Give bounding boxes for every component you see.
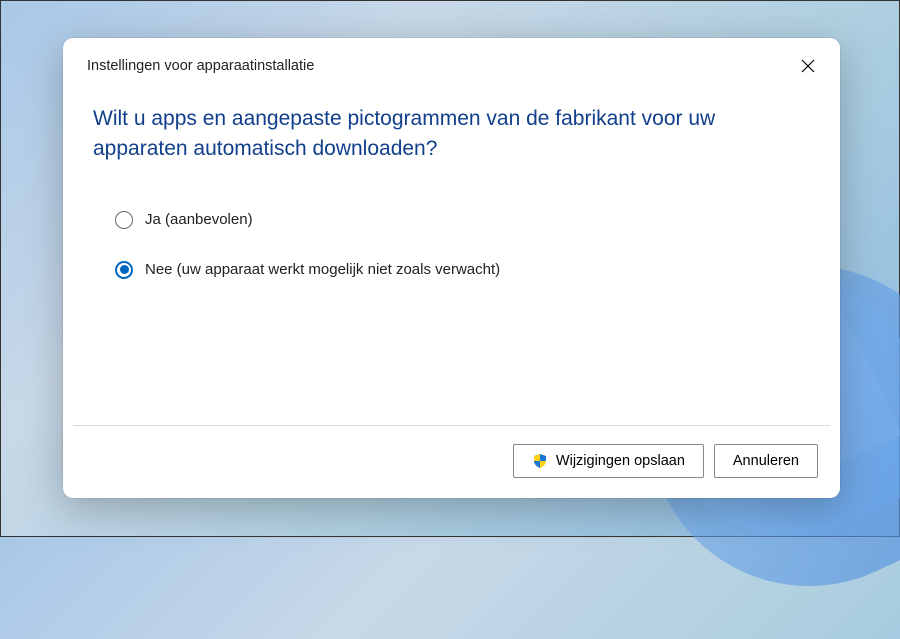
option-no[interactable]: Nee (uw apparaat werkt mogelijk niet zoa… xyxy=(115,261,810,279)
cancel-button-label: Annuleren xyxy=(733,453,799,469)
dialog-heading: Wilt u apps en aangepaste pictogrammen v… xyxy=(93,104,810,165)
uac-shield-icon xyxy=(532,453,548,469)
device-installation-settings-dialog: Instellingen voor apparaatinstallatie Wi… xyxy=(63,38,840,498)
dialog-content: Wilt u apps en aangepaste pictogrammen v… xyxy=(63,88,840,425)
cancel-button[interactable]: Annuleren xyxy=(714,444,818,478)
option-yes[interactable]: Ja (aanbevolen) xyxy=(115,211,810,229)
option-yes-label: Ja (aanbevolen) xyxy=(145,211,253,228)
dialog-footer: Wijzigingen opslaan Annuleren xyxy=(63,426,840,498)
close-icon xyxy=(801,59,815,73)
dialog-title: Instellingen voor apparaatinstallatie xyxy=(87,58,314,74)
save-changes-button[interactable]: Wijzigingen opslaan xyxy=(513,444,704,478)
titlebar: Instellingen voor apparaatinstallatie xyxy=(63,38,840,88)
radio-no[interactable] xyxy=(115,261,133,279)
option-no-label: Nee (uw apparaat werkt mogelijk niet zoa… xyxy=(145,261,500,278)
save-button-label: Wijzigingen opslaan xyxy=(556,453,685,469)
radio-yes[interactable] xyxy=(115,211,133,229)
close-button[interactable] xyxy=(794,52,822,80)
